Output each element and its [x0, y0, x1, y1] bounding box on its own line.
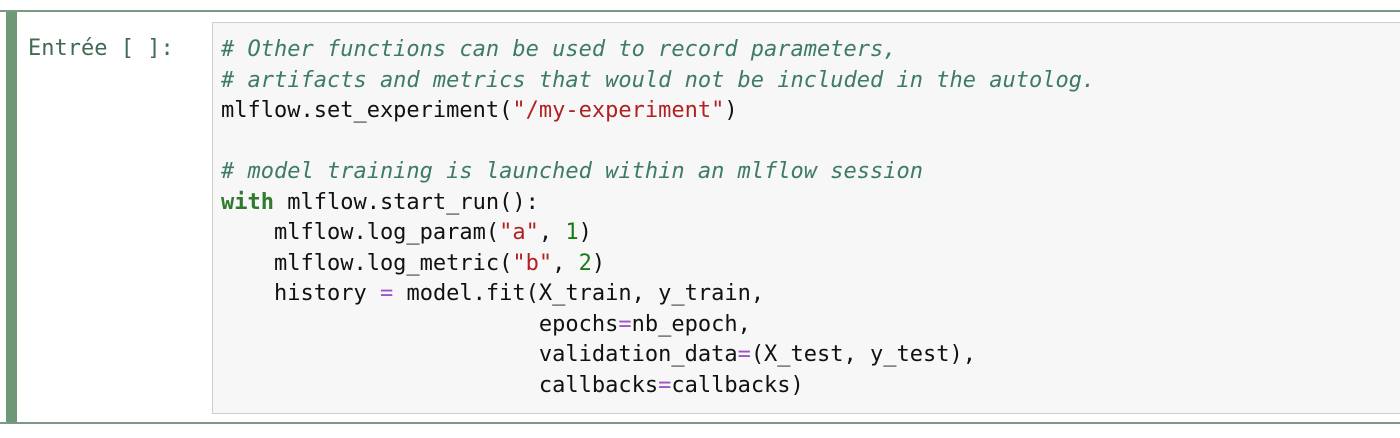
code-token: , [552, 250, 579, 276]
code-line: # model training is launched within an m… [221, 157, 1095, 188]
code-token: with [221, 189, 274, 215]
code-token: mlflow.log_metric( [221, 250, 513, 276]
code-token: nb_epoch, [631, 311, 751, 337]
code-token: = [658, 372, 672, 398]
code-token: mlflow.start_run(): [273, 189, 539, 215]
code-token: ) [591, 250, 606, 276]
code-token: "/my-experiment" [512, 98, 725, 123]
code-token: # artifacts and metrics that would not b… [221, 67, 1096, 93]
code-token: (X_test, y_test), [750, 342, 976, 367]
code-token: = [618, 311, 632, 337]
code-token: # Other functions can be used to record … [221, 37, 897, 62]
code-line: # artifacts and metrics that would not b… [221, 66, 1095, 97]
code-token: callbacks) [671, 372, 804, 398]
code-line: callbacks=callbacks) [221, 371, 1095, 402]
code-token: callbacks [221, 372, 659, 398]
code-token: , [538, 220, 566, 245]
code-line: mlflow.set_experiment("/my-experiment") [221, 96, 1095, 127]
code-token: = [379, 281, 394, 306]
code-line: validation_data=(X_test, y_test), [221, 340, 1095, 371]
code-token: ) [578, 220, 592, 245]
code-token: history [221, 281, 380, 306]
code-token: 1 [565, 220, 579, 245]
code-token: ) [724, 98, 738, 123]
code-token: "a" [499, 220, 539, 245]
code-line: with mlflow.start_run(): [221, 188, 1095, 219]
code-token: "b" [512, 250, 553, 276]
code-token: mlflow.set_experiment( [221, 98, 513, 123]
code-token: = [737, 342, 751, 367]
code-line: history = model.fit(X_train, y_train, [221, 279, 1095, 310]
code-line: mlflow.log_param("a", 1) [221, 218, 1095, 249]
code-text[interactable]: # Other functions can be used to record … [221, 35, 1095, 401]
code-token: mlflow.log_param( [221, 220, 500, 245]
selected-cell-indicator [6, 12, 17, 422]
code-line: epochs=nb_epoch, [221, 310, 1095, 341]
code-token: epochs [221, 311, 619, 337]
code-cell[interactable]: Entrée [ ]: # Other functions can be use… [0, 10, 1400, 424]
code-line: mlflow.log_metric("b", 2) [221, 249, 1095, 280]
code-token: validation_data [221, 342, 738, 367]
code-token: # model training is launched within an m… [221, 159, 923, 184]
code-token: model.fit(X_train, y_train, [393, 281, 765, 306]
code-editor[interactable]: # Other functions can be used to record … [212, 22, 1400, 414]
code-token: 2 [578, 250, 592, 276]
input-prompt: Entrée [ ]: [28, 36, 174, 61]
code-line: # Other functions can be used to record … [221, 35, 1095, 66]
